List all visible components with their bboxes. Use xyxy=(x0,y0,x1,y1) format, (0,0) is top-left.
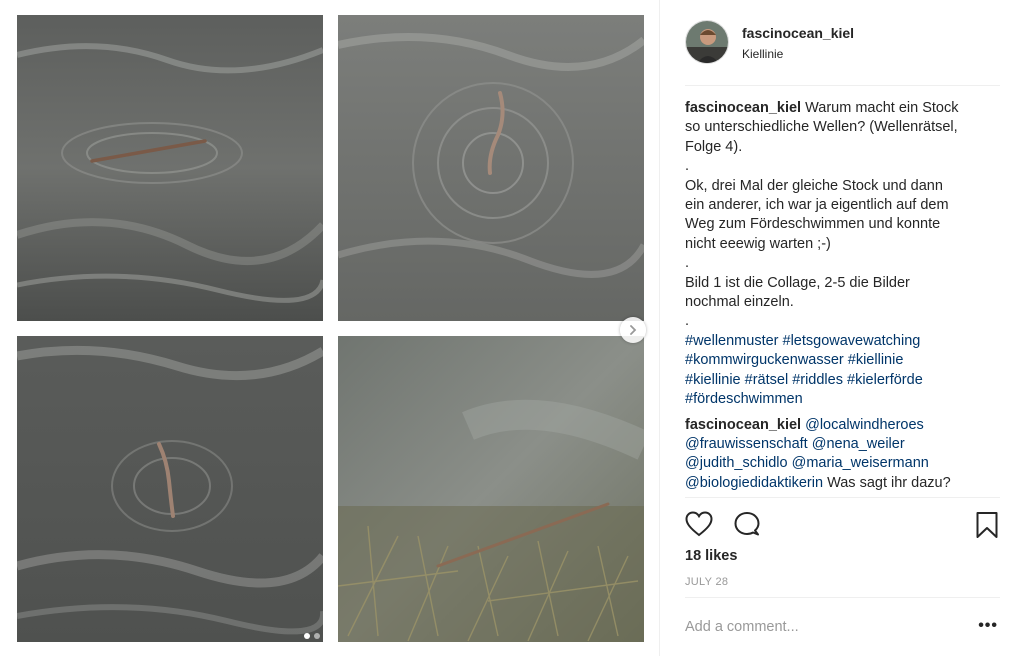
save-button[interactable] xyxy=(975,511,999,544)
post-header: fascinocean_kiel Kiellinie xyxy=(685,18,1000,86)
chevron-right-icon xyxy=(630,325,637,335)
mention-line[interactable]: @biologiedidaktikerin xyxy=(685,475,823,491)
hashtag-line[interactable]: #fördeschwimmen xyxy=(685,390,1005,409)
caption-line: . xyxy=(685,158,690,175)
comment-author[interactable]: fascinocean_kiel xyxy=(685,417,801,433)
photo-stick-shore xyxy=(338,336,644,642)
avatar[interactable] xyxy=(685,20,729,64)
post-media xyxy=(0,0,660,656)
hashtag-line[interactable]: #wellenmuster #letsgowavewatching xyxy=(685,332,1005,351)
comment-bubble-icon xyxy=(734,512,760,536)
like-button[interactable] xyxy=(685,511,713,542)
caption-line: . xyxy=(685,255,690,272)
post-sidebar: fascinocean_kiel Kiellinie fascinocean_k… xyxy=(661,0,1024,656)
add-comment-input[interactable] xyxy=(685,616,955,638)
location-link[interactable]: Kiellinie xyxy=(742,47,783,61)
caption-line: nochmal einzeln. xyxy=(685,294,794,311)
post-date[interactable]: JULY 28 xyxy=(685,576,728,588)
caption-line: Weg zum Fördeschwimmen und konnte xyxy=(685,216,941,233)
username-link[interactable]: fascinocean_kiel xyxy=(742,25,854,41)
caption: fascinocean_kiel Warum macht ein Stock s… xyxy=(685,99,1005,410)
carousel-indicator xyxy=(304,633,320,639)
caption-line: . xyxy=(685,313,690,330)
mention-line[interactable]: @judith_schidlo @maria_weisermann xyxy=(685,454,1005,473)
likes-count[interactable]: 18 likes xyxy=(685,548,737,564)
more-options-button[interactable]: ••• xyxy=(978,617,998,635)
carousel-next-button[interactable] xyxy=(620,317,646,343)
comment: fascinocean_kiel @localwindheroes @frauw… xyxy=(685,416,1005,494)
caption-line: Bild 1 ist die Collage, 2-5 die Bilder xyxy=(685,274,910,291)
comments-section: fascinocean_kiel Warum macht ein Stock s… xyxy=(685,99,1005,497)
heart-icon xyxy=(685,511,713,537)
bookmark-icon xyxy=(976,512,998,538)
caption-line: nicht eeewig warten ;-) xyxy=(685,235,831,252)
carousel-dot xyxy=(314,633,320,639)
add-comment-bar: ••• xyxy=(685,597,1000,656)
hashtag-line[interactable]: #kommwirguckenwasser #kiellinie xyxy=(685,351,1005,370)
photo-stick-vertical-1 xyxy=(338,15,644,321)
comment-text: Was sagt ihr dazu? xyxy=(823,474,951,491)
caption-line: Warum macht ein Stock xyxy=(805,100,959,116)
caption-line: Folge 4). xyxy=(685,138,743,155)
post-actions: 18 likes JULY 28 xyxy=(685,497,1000,605)
carousel-dot xyxy=(304,633,310,639)
mention-line[interactable]: @localwindheroes xyxy=(805,417,924,433)
caption-author[interactable]: fascinocean_kiel xyxy=(685,100,801,116)
hashtag-line[interactable]: #kiellinie #rätsel #riddles #kielerförde xyxy=(685,371,1005,390)
mention-line[interactable]: @frauwissenschaft @nena_weiler xyxy=(685,435,1005,454)
caption-line: Ok, drei Mal der gleiche Stock und dann xyxy=(685,177,943,194)
comment-button[interactable] xyxy=(733,511,761,542)
photo-stick-horizontal xyxy=(17,15,323,321)
caption-line: so unterschiedliche Wellen? (Wellenrätse… xyxy=(685,119,958,136)
photo-stick-vertical-2 xyxy=(17,336,323,642)
caption-line: ein anderer, ich war ja eigentlich auf d… xyxy=(685,197,949,214)
